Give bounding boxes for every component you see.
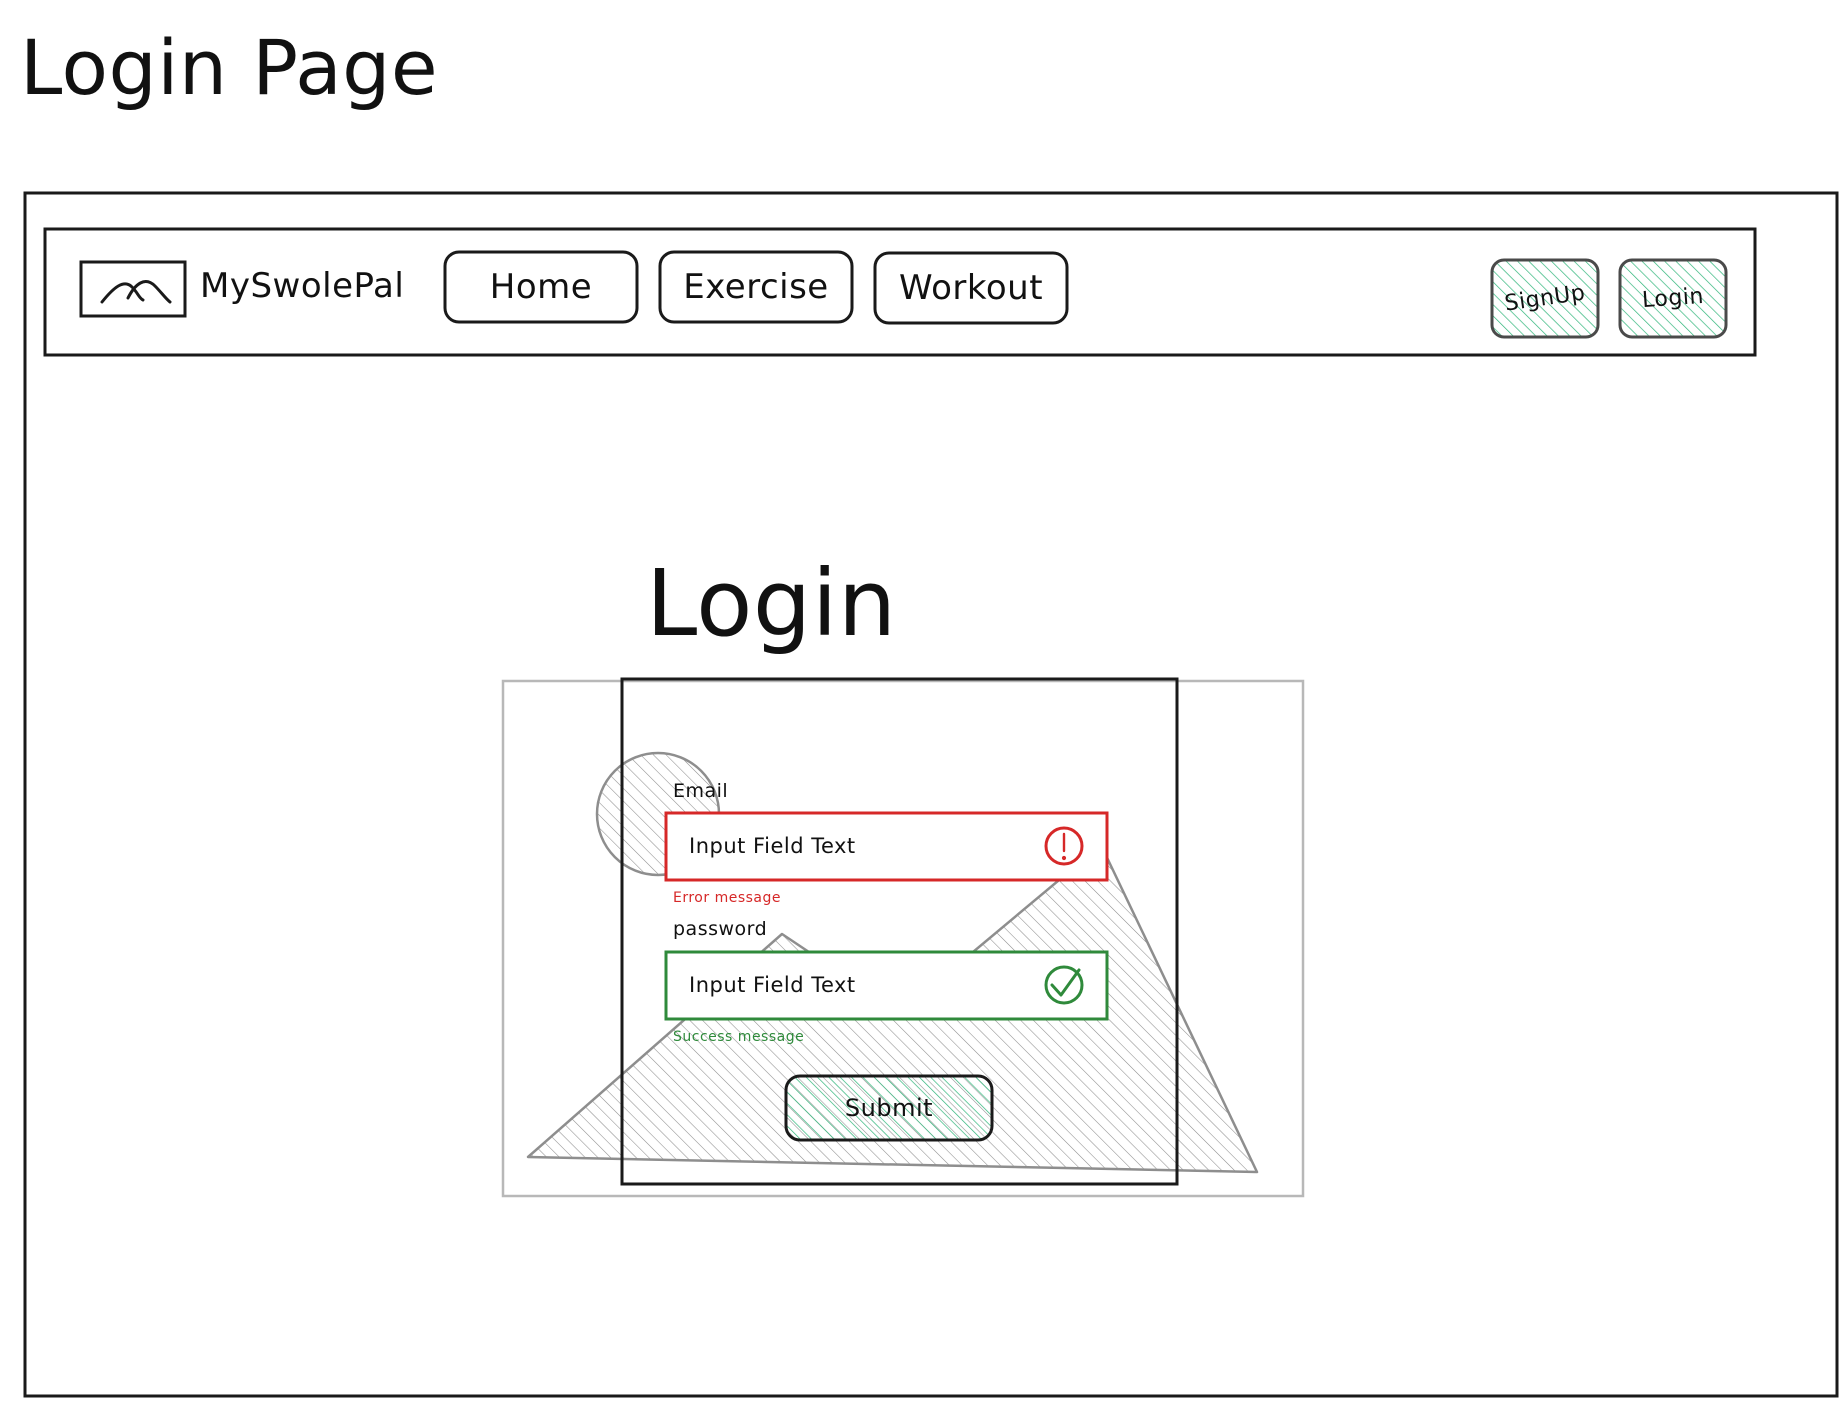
password-success-message: Success message xyxy=(673,1029,805,1045)
nav-home-button[interactable]: Home xyxy=(445,252,637,322)
login-heading: Login xyxy=(646,550,897,657)
nav-workout-button[interactable]: Workout xyxy=(875,253,1067,323)
email-error-message: Error message xyxy=(673,890,781,906)
login-nav-button[interactable]: Login xyxy=(1617,256,1728,340)
nav-exercise-label: Exercise xyxy=(683,267,829,307)
image-placeholder-icon xyxy=(79,260,187,318)
email-input-text: Input Field Text xyxy=(689,834,856,858)
wireframe-canvas xyxy=(23,191,1839,1398)
signup-button-label: SignUp xyxy=(1503,279,1587,317)
login-nav-button-label: Login xyxy=(1641,283,1705,313)
nav-workout-label: Workout xyxy=(898,268,1044,308)
submit-button[interactable]: Submit xyxy=(786,1076,992,1140)
page-title: Login Page xyxy=(20,23,439,112)
signup-button[interactable]: SignUp xyxy=(1487,253,1603,344)
email-label: Email xyxy=(673,780,729,802)
nav-exercise-button[interactable]: Exercise xyxy=(660,252,852,322)
brand-name: MySwolePal xyxy=(200,266,405,306)
submit-button-label: Submit xyxy=(844,1094,934,1122)
password-input-text: Input Field Text xyxy=(689,973,856,997)
nav-home-label: Home xyxy=(489,267,593,307)
password-label: password xyxy=(673,918,768,940)
